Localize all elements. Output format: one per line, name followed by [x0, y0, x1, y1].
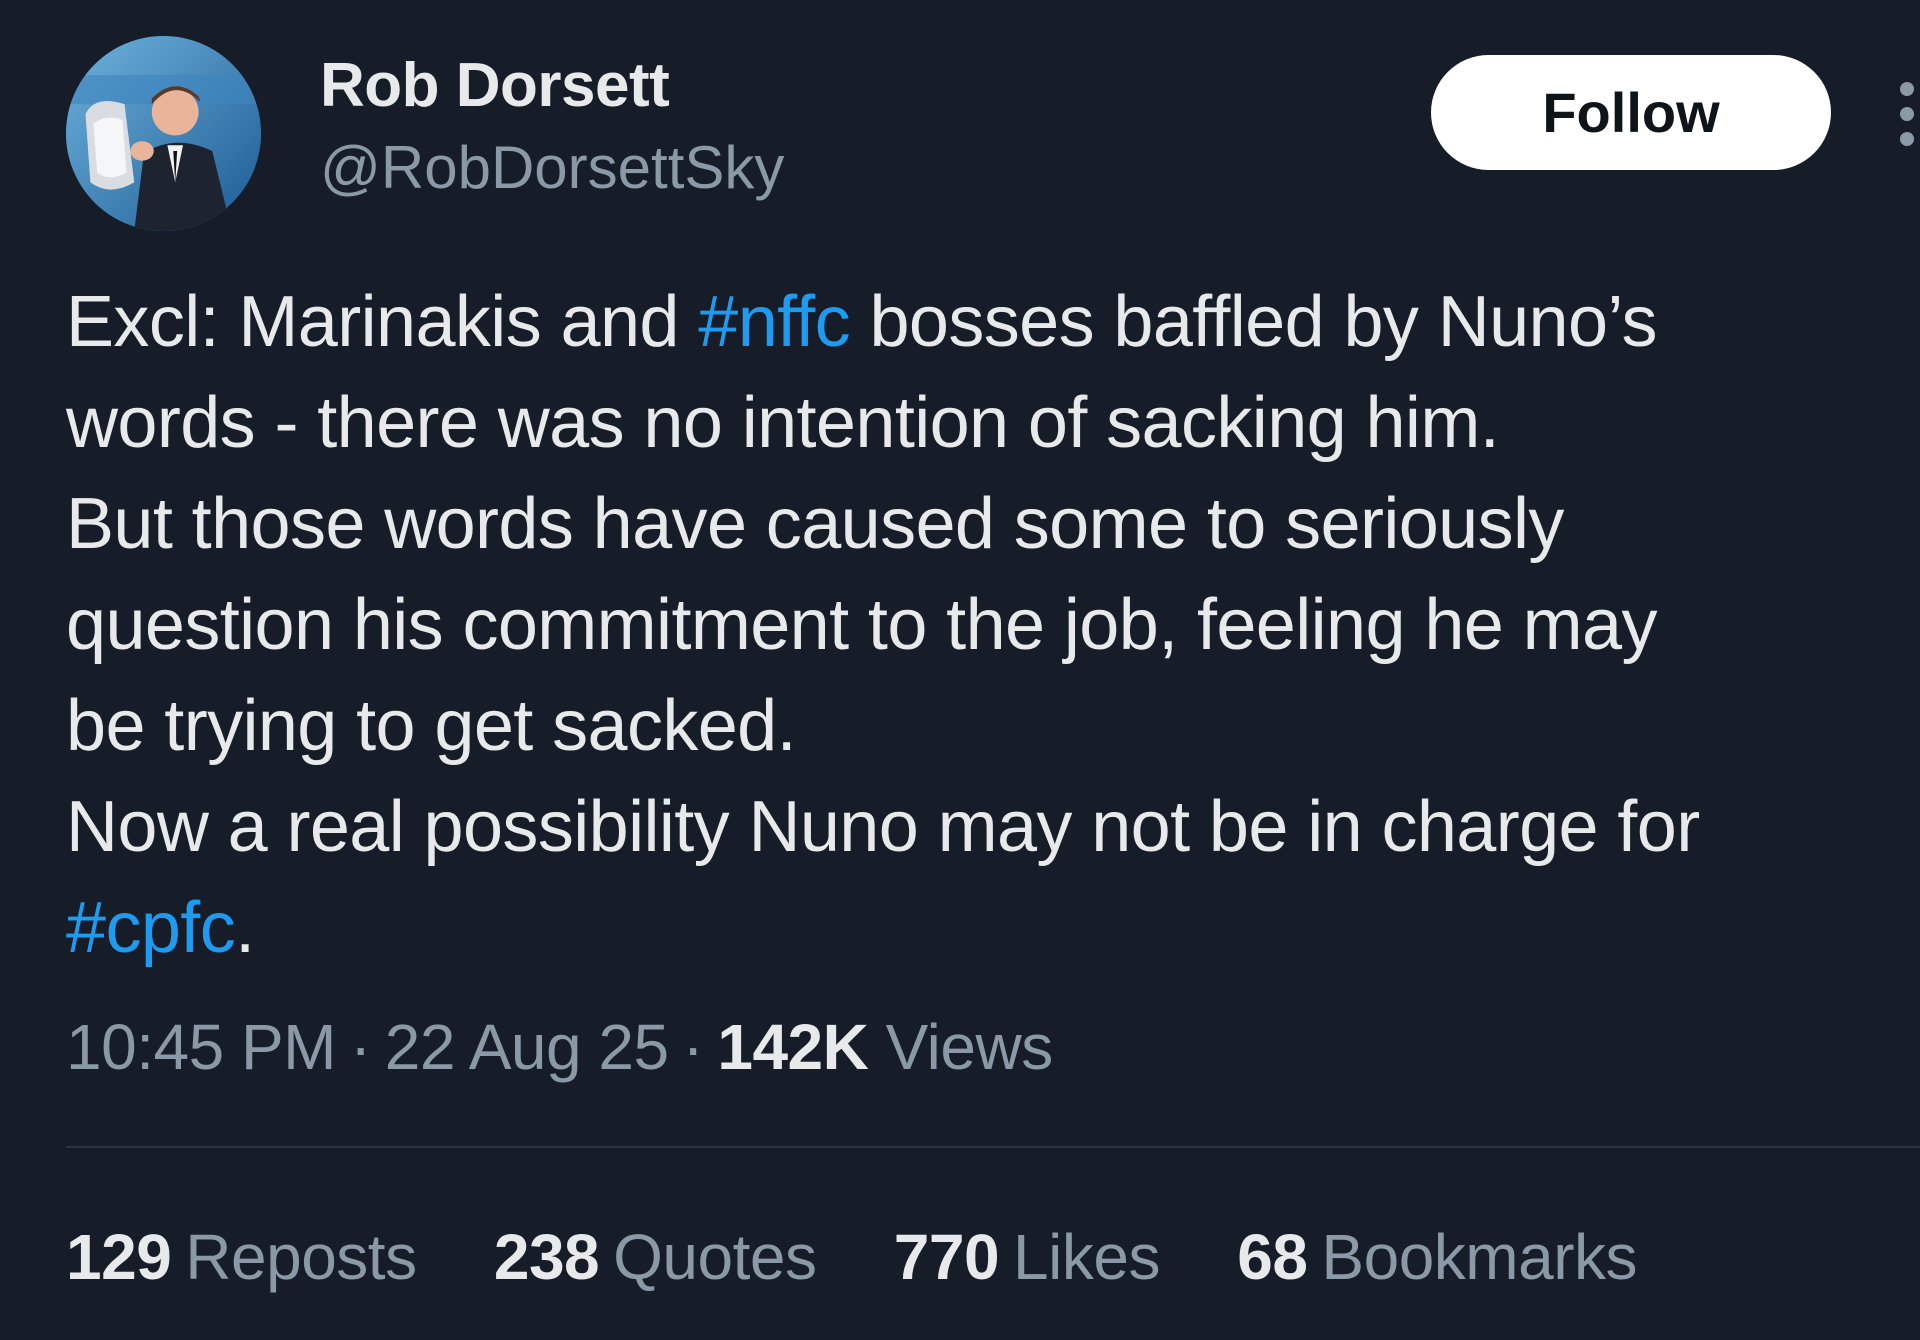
- author-handle[interactable]: @RobDorsettSky: [320, 133, 784, 202]
- stat-count: 68: [1237, 1221, 1308, 1293]
- more-options-icon[interactable]: [1894, 82, 1920, 146]
- views-count: 142K: [717, 1011, 869, 1083]
- engagement-stats: 129 Reposts 238 Quotes 770 Likes 68 Bookmark…: [66, 1220, 1697, 1294]
- tweet-text-line: words - there was no intention of sackin…: [66, 373, 1920, 474]
- tweet-text-line: Excl: Marinakis and #nffc bosses baffled…: [66, 272, 1920, 373]
- stat-label: Reposts: [185, 1221, 417, 1293]
- tweet-date[interactable]: 22 Aug 25: [385, 1011, 669, 1083]
- stat-label: Likes: [1013, 1221, 1160, 1293]
- tweet-text-line: question his commitment to the job, feel…: [66, 575, 1920, 676]
- tweet-text-segment: Excl: Marinakis and: [66, 282, 699, 362]
- avatar-image: [66, 36, 261, 231]
- tweet-text-line: be trying to get sacked.: [66, 676, 1920, 777]
- stat-count: 238: [493, 1221, 600, 1293]
- stat-quotes[interactable]: 238 Quotes: [494, 1220, 817, 1294]
- tweet-text-segment: be trying to get sacked.: [66, 686, 797, 766]
- meta-separator: ·: [682, 1011, 704, 1083]
- tweet-text-segment: bosses baffled by Nuno’s: [850, 282, 1657, 362]
- avatar[interactable]: [66, 36, 261, 231]
- stat-reposts[interactable]: 129 Reposts: [66, 1220, 417, 1294]
- tweet-text-segment: .: [235, 888, 255, 968]
- stat-label: Quotes: [613, 1221, 817, 1293]
- tweet-text-line: #cpfc.: [66, 878, 1920, 979]
- author-name[interactable]: Rob Dorsett: [320, 50, 670, 121]
- follow-button[interactable]: Follow: [1431, 55, 1831, 170]
- divider: [66, 1146, 1920, 1148]
- tweet-meta: 10:45 PM · 22 Aug 25 · 142K Views: [66, 1010, 1053, 1084]
- tweet-text-segment: words - there was no intention of sackin…: [66, 383, 1500, 463]
- meta-separator: ·: [349, 1011, 371, 1083]
- tweet-card: Rob Dorsett @RobDorsettSky Follow Excl: …: [0, 0, 1920, 1340]
- tweet-text-segment: But those words have caused some to seri…: [66, 484, 1564, 564]
- views-label: Views: [885, 1011, 1054, 1083]
- tweet-text-line: Now a real possibility Nuno may not be i…: [66, 777, 1920, 878]
- stat-label: Bookmarks: [1321, 1221, 1637, 1293]
- tweet-time[interactable]: 10:45 PM: [66, 1011, 336, 1083]
- stat-likes[interactable]: 770 Likes: [893, 1220, 1161, 1294]
- stat-count: 129: [66, 1221, 172, 1293]
- tweet-text: Excl: Marinakis and #nffc bosses baffled…: [66, 272, 1920, 979]
- tweet-text-segment: Now a real possibility Nuno may not be i…: [66, 787, 1700, 867]
- stat-bookmarks[interactable]: 68 Bookmarks: [1237, 1220, 1637, 1294]
- hashtag-link[interactable]: #nffc: [698, 282, 850, 362]
- tweet-text-line: But those words have caused some to seri…: [66, 474, 1920, 575]
- stat-count: 770: [893, 1221, 1000, 1293]
- tweet-text-segment: question his commitment to the job, feel…: [66, 585, 1657, 665]
- hashtag-link[interactable]: #cpfc: [66, 888, 236, 968]
